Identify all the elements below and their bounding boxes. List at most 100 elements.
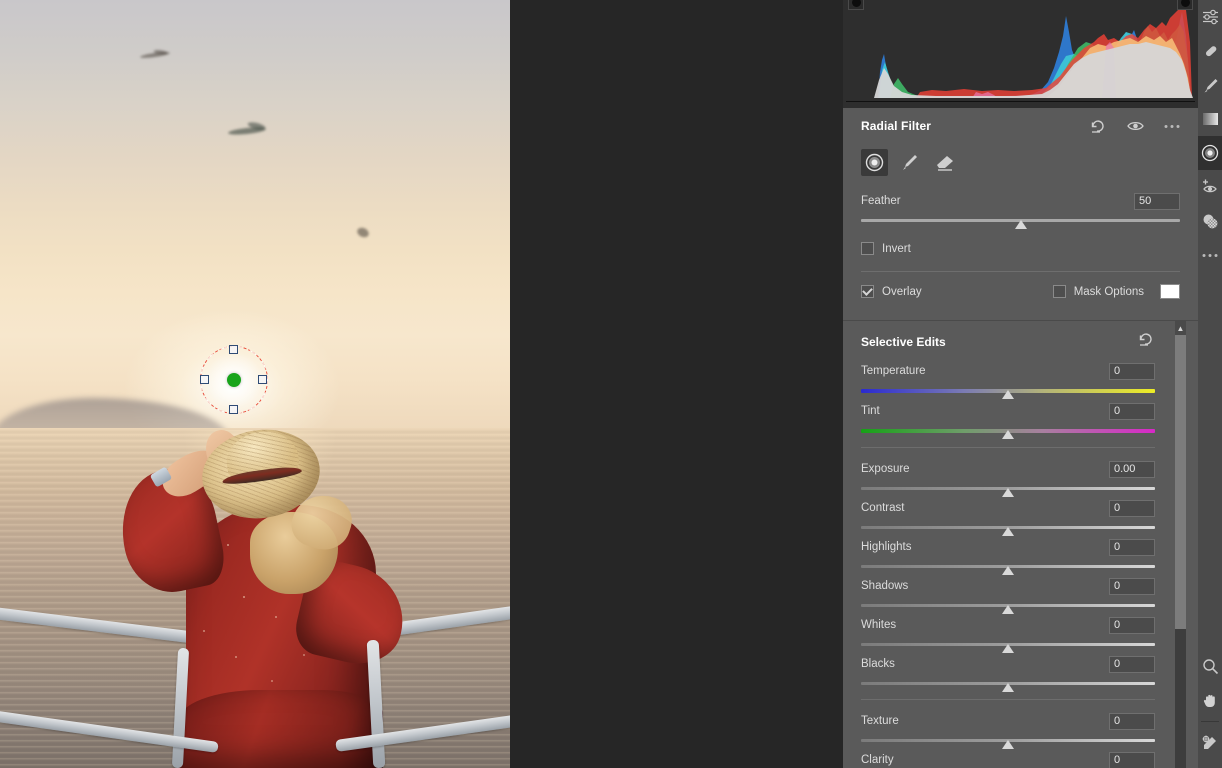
radial-tool-button[interactable] <box>861 149 888 176</box>
temperature-track[interactable] <box>861 389 1155 393</box>
photo-preview[interactable] <box>0 0 510 768</box>
whites-value[interactable]: 0 <box>1109 617 1155 634</box>
tools-toolbar <box>1198 0 1222 768</box>
graduated-filter-icon[interactable] <box>1198 102 1222 136</box>
tint-slider[interactable]: Tint0 <box>861 402 1155 433</box>
invert-row[interactable]: Invert <box>861 242 1180 255</box>
selective-edits-scrollbar[interactable] <box>1175 321 1186 768</box>
contrast-thumb[interactable] <box>1002 527 1014 536</box>
tint-track[interactable] <box>861 429 1155 433</box>
texture-label: Texture <box>861 715 899 727</box>
shadows-value[interactable]: 0 <box>1109 578 1155 595</box>
highlights-value[interactable]: 0 <box>1109 539 1155 556</box>
feather-slider[interactable]: Feather 50 <box>861 192 1180 222</box>
hand-icon[interactable] <box>1198 683 1222 717</box>
reset-icon[interactable] <box>1139 333 1155 351</box>
texture-slider[interactable]: Texture 0 <box>861 712 1155 742</box>
contrast-value[interactable]: 0 <box>1109 500 1155 517</box>
selective-edits-panel: Selective Edits Temperature0Tint0Exposur… <box>843 320 1198 768</box>
selective-edits-header: Selective Edits <box>861 327 1155 357</box>
invert-label: Invert <box>882 243 911 255</box>
whites-slider[interactable]: Whites 0 <box>861 616 1155 646</box>
invert-checkbox[interactable] <box>861 242 874 255</box>
whites-track[interactable] <box>861 643 1155 646</box>
temperature-thumb[interactable] <box>1002 390 1014 399</box>
highlights-slider[interactable]: Highlights0 <box>861 538 1155 568</box>
camera-raw-window: Radial Filter <box>0 0 1222 768</box>
temperature-value[interactable]: 0 <box>1109 363 1155 380</box>
masking-icon[interactable] <box>1198 204 1222 238</box>
woman-figure <box>0 0 510 768</box>
blacks-thumb[interactable] <box>1002 683 1014 692</box>
texture-thumb[interactable] <box>1002 740 1014 749</box>
adjustment-brush-icon[interactable] <box>1198 68 1222 102</box>
radial-filter-icon[interactable] <box>1198 136 1222 170</box>
radial-tool-row <box>861 149 1180 176</box>
toolbar-divider <box>1201 721 1219 722</box>
scrollbar-thumb[interactable] <box>1175 335 1186 629</box>
erase-tool-button[interactable] <box>931 149 958 176</box>
blacks-slider[interactable]: Blacks0 <box>861 655 1155 685</box>
red-eye-icon[interactable] <box>1198 170 1222 204</box>
overlay-row[interactable]: Overlay <box>861 285 922 298</box>
divider <box>861 447 1155 448</box>
slider-group-white-balance: Temperature0Tint0 <box>861 362 1155 433</box>
healing-brush-icon[interactable] <box>1198 34 1222 68</box>
white-balance-eyedropper-icon[interactable] <box>1198 726 1222 760</box>
radial-filter-panel: Radial Filter <box>843 108 1198 299</box>
shadows-slider[interactable]: Shadows 0 <box>861 577 1155 607</box>
brush-tool-button[interactable] <box>896 149 923 176</box>
image-canvas[interactable] <box>0 0 843 768</box>
ellipsis-icon[interactable] <box>1164 124 1180 129</box>
shadows-thumb[interactable] <box>1002 605 1014 614</box>
mask-options-row[interactable]: Mask Options <box>1053 284 1180 299</box>
blacks-track[interactable] <box>861 682 1155 685</box>
blacks-value[interactable]: 0 <box>1109 656 1155 673</box>
highlights-track[interactable] <box>861 565 1155 568</box>
reset-icon[interactable] <box>1091 120 1107 133</box>
divider <box>861 271 1180 272</box>
radial-filter-header: Radial Filter <box>861 108 1180 144</box>
overlay-mask-row: Overlay Mask Options <box>861 284 1180 299</box>
texture-value[interactable]: 0 <box>1109 713 1155 730</box>
eye-icon[interactable] <box>1127 120 1144 132</box>
temperature-label: Temperature <box>861 365 926 377</box>
more-tools-icon[interactable] <box>1198 238 1222 272</box>
feather-thumb[interactable] <box>1015 220 1027 229</box>
contrast-slider[interactable]: Contrast 0 <box>861 499 1155 529</box>
shadows-label: Shadows <box>861 580 908 592</box>
selective-edits-content: Selective Edits Temperature0Tint0Exposur… <box>843 327 1173 768</box>
highlights-thumb[interactable] <box>1002 566 1014 575</box>
selective-edits-sliders: Temperature0Tint0Exposure0.00Contrast0Hi… <box>861 362 1155 768</box>
temperature-slider[interactable]: Temperature 0 <box>861 362 1155 393</box>
contrast-track[interactable] <box>861 526 1155 529</box>
mask-color-swatch[interactable] <box>1160 284 1180 299</box>
shadow-clipping-indicator[interactable] <box>848 0 864 10</box>
zoom-icon[interactable] <box>1198 649 1222 683</box>
overlay-checkbox[interactable] <box>861 285 874 298</box>
exposure-thumb[interactable] <box>1002 488 1014 497</box>
slider-group-tone: Exposure0.00Contrast0Highlights0Shadows0… <box>861 460 1155 685</box>
exposure-slider[interactable]: Exposure0.00 <box>861 460 1155 490</box>
exposure-value[interactable]: 0.00 <box>1109 461 1155 478</box>
clarity-value[interactable]: 0 <box>1109 752 1155 768</box>
histogram-graph <box>846 2 1195 104</box>
divider <box>861 699 1155 700</box>
whites-thumb[interactable] <box>1002 644 1014 653</box>
histogram-panel[interactable] <box>843 0 1198 108</box>
exposure-track[interactable] <box>861 487 1155 490</box>
feather-track[interactable] <box>861 219 1180 222</box>
texture-track[interactable] <box>861 739 1155 742</box>
whites-label: Whites <box>861 619 896 631</box>
contrast-label: Contrast <box>861 502 904 514</box>
tint-value[interactable]: 0 <box>1109 403 1155 420</box>
edit-icon[interactable] <box>1198 0 1222 34</box>
tint-thumb[interactable] <box>1002 430 1014 439</box>
clarity-slider[interactable]: Clarity0 <box>861 751 1155 768</box>
slider-group-presence: Texture0Clarity0Dehaze0 <box>861 712 1155 768</box>
highlight-clipping-indicator[interactable] <box>1177 0 1193 10</box>
shadows-track[interactable] <box>861 604 1155 607</box>
chevron-up-icon[interactable]: ▲ <box>1175 321 1186 335</box>
feather-value[interactable]: 50 <box>1134 193 1180 210</box>
mask-options-checkbox[interactable] <box>1053 285 1066 298</box>
